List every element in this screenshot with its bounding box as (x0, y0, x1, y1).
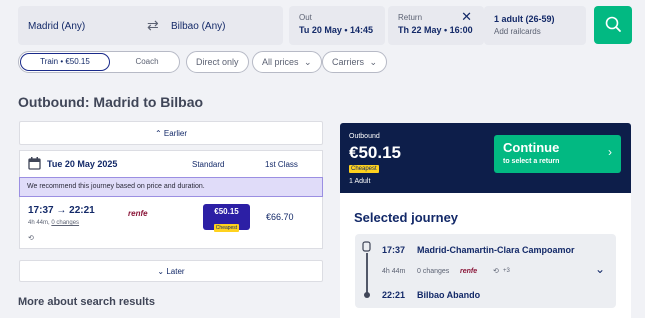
later-label: Later (166, 267, 185, 276)
chevron-down-icon[interactable]: ⌄ (595, 262, 605, 276)
out-value: Tu 20 May • 14:45 (299, 25, 374, 35)
standard-header: Standard (192, 160, 225, 169)
recommendation-banner: We recommend this journey based on price… (19, 177, 323, 197)
destination-input[interactable]: Bilbao (Any) (171, 21, 225, 32)
direct-only-filter[interactable]: Direct only (186, 51, 249, 73)
all-prices-filter[interactable]: All prices ⌄ (252, 51, 322, 73)
chevron-down-icon: ⌄ (304, 57, 312, 67)
selected-changes: 0 changes (417, 268, 450, 275)
selected-depart-station: Madrid-Chamartin-Clara Campoamor (417, 245, 575, 255)
search-icon (605, 16, 621, 32)
continue-title: Continue (503, 140, 560, 155)
swap-icon[interactable]: ⇄ (147, 17, 159, 34)
summary-price: €50.15 (349, 143, 401, 162)
chevron-down-icon: ⌄ (369, 57, 378, 67)
amenities-icon: ⟲ (28, 235, 34, 242)
later-button[interactable]: ⌄ Later (19, 260, 323, 282)
selected-arrive-time: 22:21 (382, 290, 406, 300)
selected-journey-card[interactable]: 17:37 Madrid-Chamartin-Clara Campoamor 4… (355, 234, 616, 308)
outbound-date-field[interactable]: Out Tu 20 May • 14:45 (289, 6, 385, 45)
origin-input[interactable]: Madrid (Any) (28, 21, 85, 32)
journey-duration: 4h 44m, (28, 220, 50, 226)
page-title: Outbound: Madrid to Bilbao (18, 94, 204, 110)
journey-date: Tue 20 May 2025 (47, 159, 118, 169)
selected-renfe-logo: renfe (460, 268, 478, 275)
arrow-right-icon: → (56, 205, 70, 216)
tab-coach[interactable]: Coach (117, 53, 177, 71)
calendar-icon (28, 157, 41, 170)
selected-title: Selected journey (354, 210, 459, 225)
summary-label: Outbound (349, 133, 380, 140)
amenities-icon: ⟲ (493, 268, 499, 275)
route-line (362, 241, 371, 298)
continue-subtitle: to select a return (503, 158, 560, 165)
selected-extras: +3 (503, 268, 510, 274)
summary-cheapest-badge: Cheapest (349, 165, 379, 173)
earlier-label: Earlier (163, 129, 188, 138)
journey-changes-link[interactable]: 0 changes (51, 220, 79, 226)
search-button[interactable] (594, 6, 632, 44)
close-icon[interactable]: ✕ (461, 9, 472, 25)
tab-train[interactable]: Train • €50.15 (20, 53, 110, 71)
return-label: Return (398, 13, 423, 22)
passengers-field[interactable]: 1 adult (26-59) Add railcards (484, 6, 586, 45)
out-label: Out (299, 13, 312, 22)
selected-duration: 4h 44m (382, 268, 406, 275)
summary-passengers: 1 Adult (349, 178, 371, 185)
more-about-heading: More about search results (18, 296, 155, 308)
transport-mode-toggle: Train • €50.15 Coach (18, 51, 180, 73)
date-header: Tue 20 May 2025 Standard 1st Class (19, 150, 323, 177)
railcards-link[interactable]: Add railcards (494, 27, 541, 36)
chevron-up-icon: ⌃ (154, 129, 162, 138)
arrive-time: 22:21 (69, 205, 95, 216)
all-prices-label: All prices (262, 57, 299, 67)
selected-depart-time: 17:37 (382, 245, 406, 255)
earlier-button[interactable]: ⌃ Earlier (19, 121, 323, 145)
selected-arrive-station: Bilbao Abando (417, 290, 481, 300)
depart-time: 17:37 (28, 205, 54, 216)
chevron-down-icon: ⌄ (157, 267, 165, 276)
continue-button[interactable]: Continue to select a return › (494, 135, 621, 173)
journey-row[interactable]: 17:37 → 22:21 4h 44m, 0 changes ⟲ renfe … (19, 197, 323, 249)
train-icon (362, 241, 371, 252)
chevron-right-icon: › (608, 145, 612, 159)
return-date-field[interactable]: Return ✕ Th 22 May • 16:00 (388, 6, 484, 45)
standard-price-button[interactable]: €50.15 Cheapest (203, 204, 250, 232)
first-class-header: 1st Class (265, 160, 298, 169)
passengers-value: 1 adult (26-59) (494, 14, 555, 24)
journey-times: 17:37 → 22:21 (28, 205, 95, 216)
origin-destination-field[interactable]: Madrid (Any) ⇄ Bilbao (Any) (18, 6, 283, 45)
standard-price: €50.15 (214, 207, 239, 216)
carriers-filter[interactable]: Carriers ⌄ (322, 51, 388, 73)
return-value: Th 22 May • 16:00 (398, 25, 473, 35)
renfe-logo: renfe (128, 209, 148, 218)
first-class-price[interactable]: €66.70 (266, 212, 294, 222)
carriers-label: Carriers (332, 57, 365, 67)
cheapest-badge: Cheapest (213, 224, 240, 232)
